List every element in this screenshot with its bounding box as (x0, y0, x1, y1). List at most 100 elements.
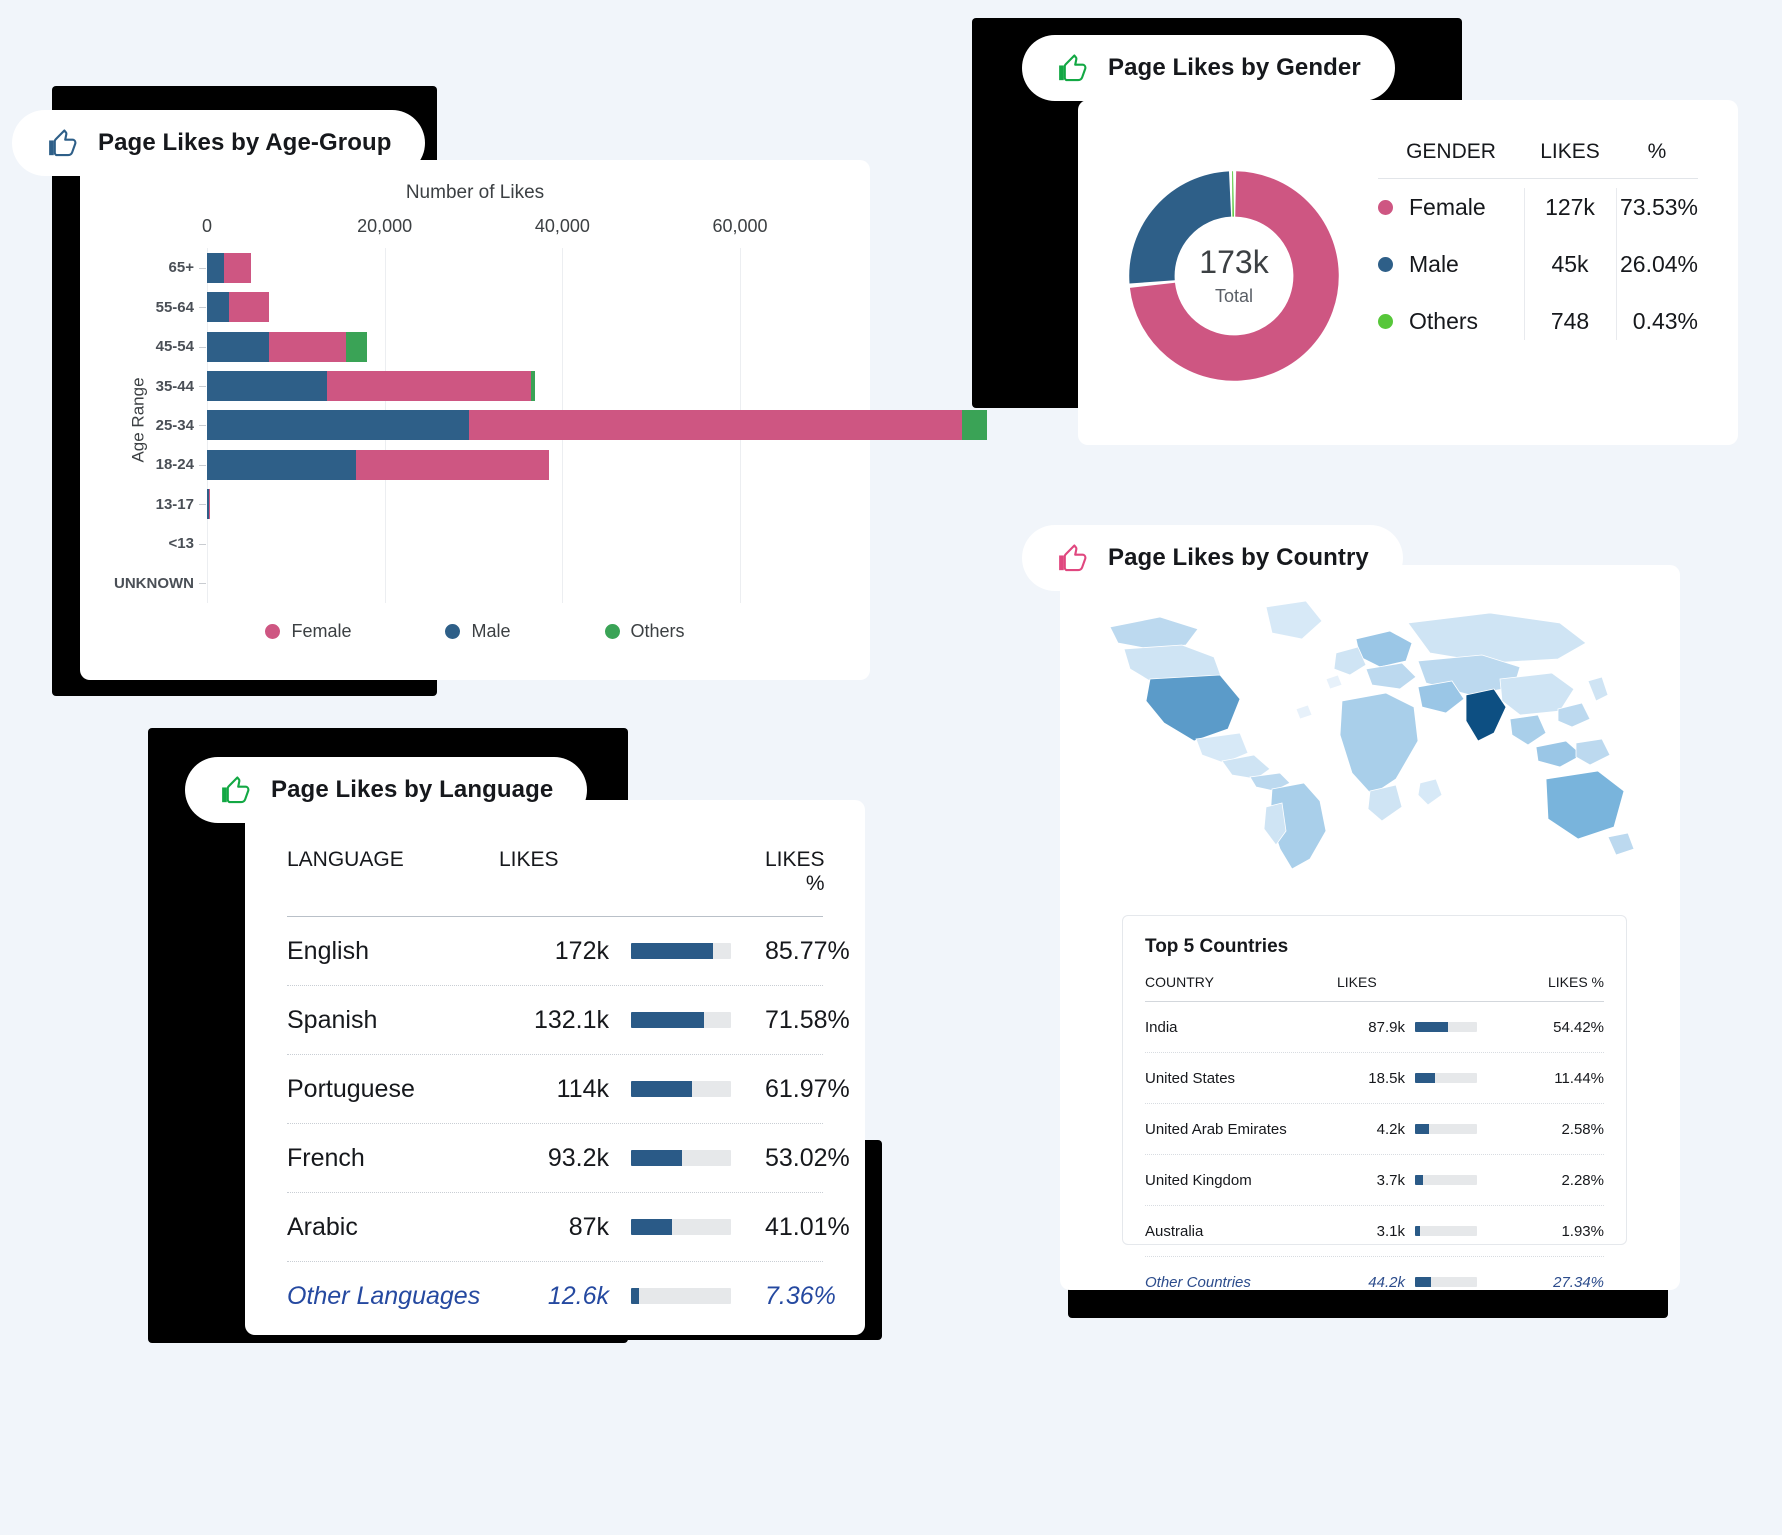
bar-segment-male[interactable] (207, 252, 224, 283)
dashboard-stage: Number of Likes Age Range 0 20,000 40,000 6… (0, 0, 1782, 1535)
table-row[interactable]: United Arab Emirates 4.2k 2.58% (1145, 1103, 1604, 1154)
language-percent-cell: 85.77% (765, 936, 850, 965)
table-row[interactable]: Male 45k 26.04% (1378, 236, 1698, 293)
country-column-header-3: LIKES % (1547, 974, 1604, 990)
table-row[interactable]: Other Countries 44.2k 27.34% (1145, 1256, 1604, 1307)
y-tick-mark (199, 386, 206, 388)
country-likes-cell: 3.1k (1376, 1222, 1405, 1240)
table-row[interactable]: Arabic 87k 41.01% (287, 1192, 850, 1261)
legend-item-male[interactable]: Male (445, 621, 511, 642)
stacked-bar[interactable] (207, 292, 270, 323)
y-tick-mark (199, 543, 206, 545)
language-likes-cell: 172k (554, 936, 609, 965)
bar-segment-male[interactable] (207, 449, 357, 480)
y-tick-mark (199, 504, 206, 506)
y-tick-label: 65+ (168, 259, 194, 277)
gender-name-cell: Others (1378, 308, 1524, 335)
bar-row: UNKNOWN (114, 564, 820, 603)
country-column-header-1: COUNTRY (1145, 974, 1214, 990)
country-percent-cell: 27.34% (1553, 1273, 1604, 1291)
bar-segment-male[interactable] (207, 410, 470, 441)
country-name-cell: United Kingdom (1145, 1171, 1252, 1189)
donut-total-value: 173k (1199, 243, 1269, 280)
x-tick-label: 40,000 (534, 216, 590, 236)
progress-bar (1415, 1022, 1477, 1032)
gender-table-header: GENDER LIKES% (1378, 140, 1698, 178)
country-title: Page Likes by Country (1108, 544, 1369, 571)
legend-item-others[interactable]: Others (604, 621, 685, 642)
bar-row: 18-24 (156, 445, 820, 484)
country-header-pill[interactable]: Page Likes by Country (1022, 525, 1403, 591)
table-row[interactable]: Other Languages 12.6k 7.36% (287, 1261, 836, 1330)
bar-segment-female[interactable] (223, 252, 252, 283)
country-card: Top 5 Countries COUNTRY LIKES LIKES % In… (1060, 565, 1680, 1291)
bar-segment-female[interactable] (469, 410, 963, 441)
x-tick-label: 0 (201, 216, 213, 236)
bar-segment-male[interactable] (207, 371, 327, 402)
bar-segment-female[interactable] (269, 331, 347, 362)
gender-color-dot (1378, 200, 1393, 215)
y-tick-mark (199, 425, 206, 427)
stacked-bar[interactable] (207, 371, 535, 402)
country-name-cell: India (1145, 1018, 1178, 1036)
language-title: Page Likes by Language (271, 776, 554, 803)
age-group-card: Number of Likes Age Range 0 20,000 40,000 6… (80, 160, 988, 680)
chart-legend: Female Male Others (80, 621, 870, 642)
table-row[interactable]: United Kingdom 3.7k 2.28% (1145, 1154, 1604, 1205)
bar-segment-female[interactable] (229, 292, 270, 323)
gender-label: Male (1409, 251, 1459, 277)
table-row[interactable]: Female 127k 73.53% (1378, 179, 1698, 236)
stacked-bar[interactable] (207, 489, 211, 520)
progress-bar (1415, 1175, 1477, 1185)
thumbs-up-icon (49, 129, 77, 157)
language-name-cell: Spanish (287, 1005, 378, 1034)
progress-bar (631, 1150, 731, 1166)
gender-header-pill[interactable]: Page Likes by Gender (1022, 35, 1395, 101)
bar-segment-others[interactable] (962, 410, 988, 441)
bar-segment-female[interactable] (326, 371, 532, 402)
bar-segment-others[interactable] (531, 371, 535, 402)
language-column-header-2: LIKES (499, 848, 559, 871)
table-row[interactable]: Spanish 132.1k 71.58% (287, 985, 850, 1054)
gender-column-header-2: LIKES (1540, 140, 1600, 163)
legend-dot (265, 624, 281, 639)
thumbs-up-icon (1059, 54, 1087, 82)
country-name-cell: United States (1145, 1069, 1236, 1087)
bar-row: 35-44 (156, 366, 820, 405)
language-name-cell: French (287, 1143, 365, 1172)
y-tick-label: 35-44 (155, 377, 194, 395)
bar-segment-others[interactable] (346, 331, 367, 362)
language-name-cell: Other Languages (287, 1281, 481, 1310)
age-group-header-pill[interactable]: Page Likes by Age-Group (12, 110, 426, 176)
table-row[interactable]: French 93.2k 53.02% (287, 1123, 850, 1192)
stacked-bar[interactable] (207, 449, 550, 480)
table-row[interactable]: India 87.9k 54.42% (1145, 1001, 1604, 1052)
country-bar-cell (1415, 1277, 1519, 1287)
column-divider-1 (1524, 188, 1525, 340)
bar-segment-male[interactable] (207, 331, 270, 362)
gender-percent-cell: 73.53% (1619, 194, 1698, 220)
stacked-bar[interactable] (207, 410, 988, 441)
table-row[interactable]: Australia 3.1k 1.93% (1145, 1205, 1604, 1256)
language-percent-cell: 41.01% (765, 1212, 850, 1241)
country-bar-cell (1415, 1073, 1519, 1083)
language-header-pill[interactable]: Page Likes by Language (185, 757, 588, 823)
table-row[interactable]: Portuguese 114k 61.97% (287, 1054, 850, 1123)
gender-label: Others (1409, 308, 1479, 334)
bar-row: 45-54 (156, 327, 820, 366)
stacked-bar[interactable] (207, 252, 252, 283)
bar-segment-female[interactable] (356, 449, 550, 480)
table-row[interactable]: English 172k 85.77% (287, 916, 850, 985)
legend-item-female[interactable]: Female (265, 621, 351, 642)
top-countries-panel: Top 5 Countries COUNTRY LIKES LIKES % In… (1122, 915, 1627, 1291)
y-tick-mark (199, 307, 206, 309)
gender-table-body: Female 127k 73.53% Male 45k 26.04% Other… (1378, 178, 1698, 350)
bar-segment-female[interactable] (208, 489, 211, 520)
bar-segment-male[interactable] (207, 292, 230, 323)
gender-column-header-1: GENDER (1406, 140, 1496, 163)
table-row[interactable]: Others 748 0.43% (1378, 293, 1698, 350)
table-row[interactable]: United States 18.5k 11.44% (1145, 1052, 1604, 1103)
y-tick-mark (199, 464, 206, 466)
stacked-bar[interactable] (207, 331, 367, 362)
language-likes-cell: 132.1k (533, 1005, 609, 1034)
